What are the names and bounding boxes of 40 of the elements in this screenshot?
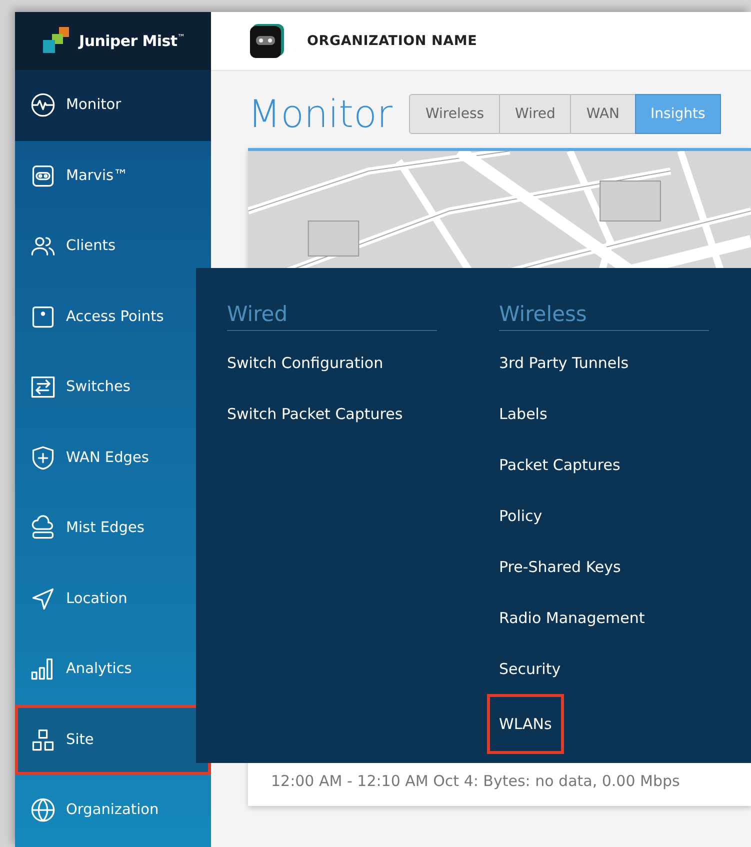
tab[interactable]: WAN: [570, 94, 636, 134]
cloud-stack-icon: [30, 515, 56, 542]
globe-icon: [30, 797, 56, 824]
switch-arrows-icon: [30, 374, 56, 400]
menu-item[interactable]: Pre-Shared Keys: [487, 541, 633, 592]
hierarchy-icon: [30, 726, 56, 753]
tab[interactable]: Wireless: [409, 94, 500, 134]
traffic-summary: 12:00 AM - 12:10 AM Oct 4: Bytes: no data, 0.00 Mbps: [270, 772, 681, 792]
sidebar-item[interactable]: Marvis™: [15, 140, 211, 211]
menu-item[interactable]: Security: [487, 643, 573, 694]
robot-face-icon: [30, 162, 56, 189]
menu-item[interactable]: Policy: [487, 490, 554, 541]
page-title: Monitor: [248, 92, 392, 136]
menu-item[interactable]: 3rd Party Tunnels: [487, 337, 641, 388]
shield-plus-icon: [30, 444, 56, 471]
organization-name: ORGANIZATION NAME: [307, 33, 478, 49]
robot-avatar-icon: [249, 23, 285, 59]
sidebar-item[interactable]: Mist Edges: [15, 493, 211, 564]
menu-item[interactable]: Radio Management: [487, 592, 657, 643]
logo-text: Juniper Mist$^{™}$: [79, 32, 185, 50]
menu-item[interactable]: Switch Configuration: [215, 337, 396, 388]
sidebar-item[interactable]: Switches: [15, 352, 211, 422]
tab[interactable]: Wired: [499, 94, 572, 134]
pulse-icon: [30, 92, 56, 118]
menu-heading: Wireless: [499, 302, 709, 331]
sidebar-item[interactable]: Organization: [15, 775, 211, 846]
sidebar-item[interactable]: Clients: [15, 211, 211, 282]
navigation-arrow-icon: [30, 586, 56, 612]
sidebar-item[interactable]: Monitor: [15, 70, 211, 140]
sidebar-item[interactable]: Site: [15, 704, 211, 775]
sidebar-item[interactable]: Access Points: [15, 282, 211, 352]
menu-item[interactable]: Labels: [487, 388, 560, 439]
sidebar-item[interactable]: Analytics: [15, 634, 211, 704]
menu-item[interactable]: Packet Captures: [487, 439, 632, 490]
access-point-icon: [30, 304, 56, 330]
menu-item[interactable]: Switch Packet Captures: [215, 388, 415, 439]
menu-item[interactable]: WLANs: [487, 694, 564, 754]
menu-heading: Wired: [227, 302, 437, 331]
sidebar-item[interactable]: Location: [15, 564, 211, 634]
sidebar-item[interactable]: WAN Edges: [15, 422, 211, 493]
